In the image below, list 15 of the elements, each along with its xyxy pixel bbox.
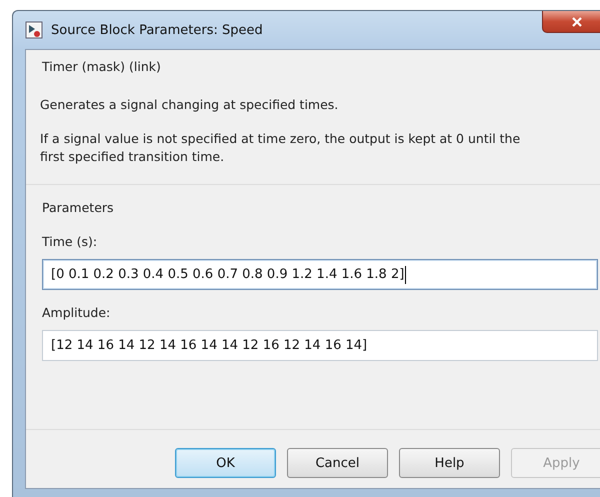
field-label: Amplitude: bbox=[42, 304, 112, 322]
dialog-button[interactable]: Cancel bbox=[287, 448, 388, 478]
input-field[interactable]: [12 14 16 14 12 14 16 14 14 12 16 12 14 16 14] bbox=[42, 330, 598, 361]
group-title: Parameters bbox=[42, 199, 115, 217]
field-label: Time (s): bbox=[42, 233, 98, 251]
close-icon bbox=[572, 16, 582, 26]
block-icon bbox=[25, 21, 43, 39]
dialog-button[interactable]: Help bbox=[399, 448, 500, 478]
block-type: Timer (mask) (link) bbox=[42, 58, 162, 76]
description-text: If a signal value is not specified at time zero, the output is kept at 0 until the first specified transition time. bbox=[40, 130, 522, 166]
description-text: Generates a signal changing at specified times. bbox=[40, 96, 340, 114]
close-button[interactable] bbox=[542, 11, 600, 33]
input-field[interactable]: [0 0.1 0.2 0.3 0.4 0.5 0.6 0.7 0.8 0.9 1.2 1.4 1.6 1.8 2] bbox=[42, 259, 598, 290]
dialog-button[interactable]: OK bbox=[175, 448, 276, 478]
window-title: Source Block Parameters: Speed bbox=[51, 22, 263, 38]
